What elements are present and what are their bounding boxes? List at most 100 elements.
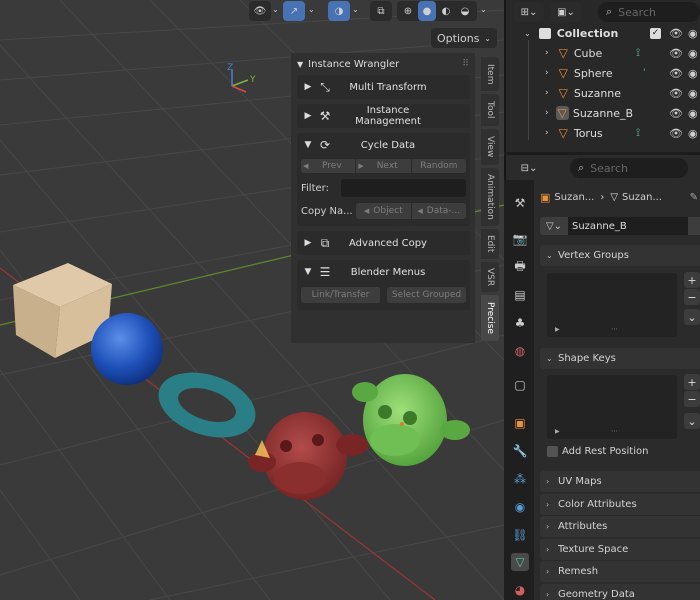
vertex-group-specials-button[interactable]: ⌄ xyxy=(684,309,700,325)
breadcrumb-object[interactable]: Suzan... xyxy=(554,192,594,203)
copy-object-button[interactable]: ◀ Object xyxy=(356,203,412,219)
panel-header[interactable]: ▼ Instance Wrangler ⠿ xyxy=(291,53,475,75)
eye-icon[interactable]: 👁 xyxy=(669,47,683,60)
sphere-object[interactable] xyxy=(91,313,163,385)
panel-uv-maps[interactable]: › UV Maps xyxy=(540,471,700,492)
torus-object[interactable] xyxy=(150,361,264,449)
output-icon[interactable]: 🖶 xyxy=(511,258,529,276)
panel-color-attributes[interactable]: › Color Attributes xyxy=(540,494,700,515)
section-header[interactable]: ▼ ☰ Blender Menus xyxy=(297,260,470,284)
wireframe-shading-icon[interactable]: ⊕ xyxy=(399,1,417,21)
add-rest-position-checkbox[interactable] xyxy=(547,446,558,457)
panel-shape-keys[interactable]: ⌄ Shape Keys xyxy=(540,348,700,369)
tool-icon[interactable]: ⚒ xyxy=(511,194,529,212)
panel-vertex-groups[interactable]: ⌄ Vertex Groups xyxy=(540,245,700,266)
eye-icon[interactable]: 👁 xyxy=(669,87,683,100)
outliner-item-suzanne[interactable]: › ▽ Suzanne 👁 ◉ xyxy=(506,83,700,103)
editor-type-icon[interactable]: ⊟⌄ xyxy=(514,158,544,178)
eye-icon[interactable]: 👁 xyxy=(669,27,683,40)
constraints-icon[interactable]: ⛓ xyxy=(511,526,529,544)
display-mode-icon[interactable]: ⊞⌄ xyxy=(514,2,544,22)
eye-icon[interactable]: 👁 xyxy=(669,107,683,120)
fake-user-icon[interactable] xyxy=(688,217,700,235)
outliner-item-suzanne-b[interactable]: › ▽ Suzanne_B 👁 ◉ xyxy=(506,103,700,123)
filter-icon[interactable]: ▣⌄ xyxy=(551,2,581,22)
camera-icon[interactable]: ◉ xyxy=(688,67,698,80)
chevron-down-icon[interactable]: ⌄ xyxy=(480,5,487,14)
breadcrumb-data[interactable]: Suzan... xyxy=(622,192,662,203)
collection-row[interactable]: ⌄ Collection ✓ 👁 ◉ xyxy=(506,23,700,43)
modifier-icon[interactable]: 🔧 xyxy=(511,442,529,460)
chevron-down-icon[interactable]: ⌄ xyxy=(308,5,315,14)
properties-search[interactable]: ⌕ Search xyxy=(570,158,688,178)
object-icon[interactable]: ▣ xyxy=(511,414,529,432)
vertex-groups-list[interactable]: ▶ ⋯ xyxy=(547,273,677,337)
visibility-icon[interactable]: 👁 xyxy=(249,1,271,21)
chevron-down-icon[interactable]: ⌄ xyxy=(272,5,279,14)
camera-icon[interactable]: ◉ xyxy=(688,47,698,60)
tab-vsr[interactable]: VSR xyxy=(481,262,499,292)
section-advanced-copy[interactable]: ▶ ⧉ Advanced Copy xyxy=(297,231,470,255)
tab-view[interactable]: View xyxy=(481,129,499,165)
gizmo-toggle-icon[interactable]: ↗ xyxy=(283,1,305,21)
world-icon[interactable]: ◍ xyxy=(511,342,529,360)
material-icon[interactable]: ◕ xyxy=(511,581,529,599)
next-button[interactable]: ▶ Next xyxy=(356,159,412,173)
scene-icon[interactable]: ♣ xyxy=(511,314,529,332)
random-button[interactable]: Random xyxy=(411,159,466,173)
tab-edit[interactable]: Edit xyxy=(481,229,499,259)
link-transfer-button[interactable]: Link/Transfer xyxy=(301,287,381,303)
section-instance-management[interactable]: ▶ ⚒ Instance Management xyxy=(297,104,470,128)
tab-animation[interactable]: Animation xyxy=(481,168,499,226)
camera-icon[interactable]: ◉ xyxy=(688,127,698,140)
shape-keys-list[interactable]: ▶ ⋯ xyxy=(547,375,677,439)
remove-shape-key-button[interactable]: − xyxy=(684,391,700,407)
tab-item[interactable]: Item xyxy=(481,57,499,91)
copy-data-button[interactable]: ◀ Data-... xyxy=(411,203,466,219)
add-rest-position-row[interactable]: Add Rest Position xyxy=(547,446,648,457)
section-header[interactable]: ▼ ⟳ Cycle Data xyxy=(297,133,470,157)
outliner-item-sphere[interactable]: › ▽ Sphere ' 👁 ◉ xyxy=(506,63,700,83)
resize-handle-icon[interactable]: ⋯ xyxy=(611,325,618,333)
tab-tool[interactable]: Tool xyxy=(481,94,499,126)
eye-icon[interactable]: 👁 xyxy=(669,67,683,80)
resize-handle-icon[interactable]: ⋯ xyxy=(611,427,618,435)
drag-handle-icon[interactable]: ⠿ xyxy=(462,59,469,69)
overlays-icon[interactable]: ◑ xyxy=(328,1,350,21)
add-shape-key-button[interactable]: + xyxy=(684,374,700,390)
camera-icon[interactable]: ◉ xyxy=(688,87,698,100)
panel-texture-space[interactable]: › Texture Space xyxy=(540,539,700,560)
options-button[interactable]: Options ⌄ xyxy=(431,28,497,48)
material-shading-icon[interactable]: ◐ xyxy=(437,1,455,21)
checkbox-icon[interactable]: ✓ xyxy=(650,27,661,39)
outliner-item-cube[interactable]: › ▽ Cube ⟟ 👁 ◉ xyxy=(506,43,700,63)
select-grouped-button[interactable]: Select Grouped xyxy=(387,287,466,303)
camera-icon[interactable]: ◉ xyxy=(688,27,698,40)
panel-remesh[interactable]: › Remesh xyxy=(540,561,700,582)
suzanne-b-object[interactable] xyxy=(248,412,368,500)
mesh-data-icon[interactable]: ▽ xyxy=(511,553,529,571)
render-icon[interactable]: 📷 xyxy=(511,230,529,248)
outliner-search[interactable]: ⌕ Search xyxy=(598,2,700,22)
physics-icon[interactable]: ◉ xyxy=(511,498,529,516)
remove-vertex-group-button[interactable]: − xyxy=(684,289,700,305)
eye-icon[interactable]: 👁 xyxy=(669,127,683,140)
rendered-shading-icon[interactable]: ◒ xyxy=(456,1,474,21)
camera-icon[interactable]: ◉ xyxy=(688,107,698,120)
tab-precise[interactable]: Precise xyxy=(481,295,499,341)
section-multi-transform[interactable]: ▶ ⤡ Multi Transform xyxy=(297,75,470,99)
pin-icon[interactable]: ✎ xyxy=(690,192,698,203)
solid-shading-icon[interactable]: ● xyxy=(418,1,436,21)
chevron-down-icon[interactable]: ⌄ xyxy=(352,5,359,14)
axis-gizmo[interactable]: Z Y xyxy=(227,63,256,93)
add-vertex-group-button[interactable]: + xyxy=(684,272,700,288)
prev-button[interactable]: ◀ Prev xyxy=(301,159,357,173)
mesh-name-field[interactable]: Suzanne_B xyxy=(568,217,688,235)
panel-geometry-data[interactable]: › Geometry Data xyxy=(540,584,700,600)
xray-icon[interactable]: ⧉ xyxy=(370,1,392,21)
mesh-browse-icon[interactable]: ▽⌄ xyxy=(540,217,568,235)
view-layer-icon[interactable]: ▤ xyxy=(511,286,529,304)
particles-icon[interactable]: ⁂ xyxy=(511,470,529,488)
panel-attributes[interactable]: › Attributes xyxy=(540,516,700,537)
shape-key-specials-button[interactable]: ⌄ xyxy=(684,413,700,429)
